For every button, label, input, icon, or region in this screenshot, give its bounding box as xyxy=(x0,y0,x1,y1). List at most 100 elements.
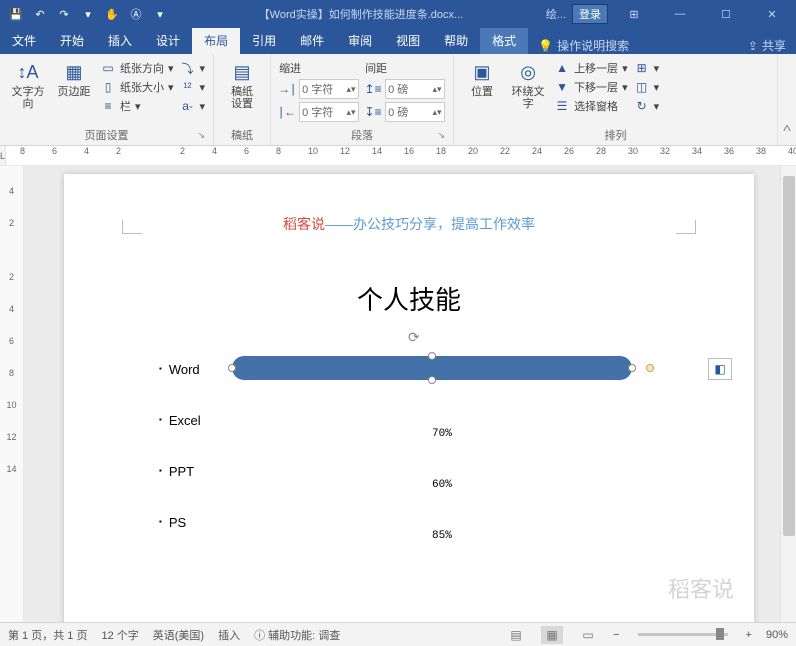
group-manuscript: ▤稿纸 设置 稿纸 xyxy=(214,54,271,145)
send-backward-button[interactable]: ▼下移一层 ▾ xyxy=(554,79,628,95)
zoom-slider[interactable] xyxy=(638,633,728,636)
breaks-button[interactable]: ⤵▾ xyxy=(180,60,206,76)
quick-access-toolbar: 💾 ↶ ↷ ▾ ✋ Ⓐ ▾ xyxy=(0,6,176,22)
manuscript-settings-button[interactable]: ▤稿纸 设置 xyxy=(222,58,262,110)
tab-file[interactable]: 文件 xyxy=(0,28,48,54)
bring-forward-icon: ▲ xyxy=(554,60,570,76)
selection-pane-button[interactable]: ☰选择窗格 xyxy=(554,98,628,114)
margins-icon: ▦ xyxy=(62,60,86,84)
zoom-thumb[interactable] xyxy=(716,628,724,640)
status-accessibility[interactable]: ⓘ 辅助功能: 调查 xyxy=(254,627,340,643)
close-icon[interactable]: ✕ xyxy=(752,0,792,28)
line-numbers-button[interactable]: ¹²▾ xyxy=(180,79,206,95)
scrollbar-thumb[interactable] xyxy=(783,176,795,536)
titlebar-extra: 绘... xyxy=(546,6,566,22)
page-header: 稻客说——办公技巧分享，提高工作效率 xyxy=(283,214,535,234)
selection-handle[interactable] xyxy=(228,364,236,372)
group-label: 段落 xyxy=(351,130,373,142)
skill-label: PS xyxy=(158,515,696,530)
view-read-icon[interactable]: ▤ xyxy=(505,626,527,644)
selection-handle[interactable] xyxy=(428,376,436,384)
text-direction-button[interactable]: ↕A文字方向 xyxy=(8,58,48,110)
selection-handle[interactable] xyxy=(646,364,654,372)
qat-more-icon[interactable]: ▾ xyxy=(80,8,96,21)
space-after[interactable]: ↧≡0 磅▴▾ xyxy=(365,102,445,122)
group-button[interactable]: ◫▾ xyxy=(634,79,660,95)
tab-layout[interactable]: 布局 xyxy=(192,28,240,54)
save-icon[interactable]: 💾 xyxy=(8,8,24,21)
touch-icon[interactable]: ✋ xyxy=(104,8,120,21)
indent-left-icon: →∣ xyxy=(279,81,295,97)
bring-forward-button[interactable]: ▲上移一层 ▾ xyxy=(554,60,628,76)
a11y-icon: ⓘ xyxy=(254,630,265,642)
tab-mailings[interactable]: 邮件 xyxy=(288,28,336,54)
tell-me[interactable]: 💡操作说明搜索 xyxy=(528,37,639,54)
tab-view[interactable]: 视图 xyxy=(384,28,432,54)
skill-label: PPT xyxy=(158,464,696,479)
tab-references[interactable]: 引用 xyxy=(240,28,288,54)
vertical-ruler[interactable]: 422468101214 xyxy=(0,166,24,622)
position-button[interactable]: ▣位置 xyxy=(462,58,502,98)
title-bar: 💾 ↶ ↷ ▾ ✋ Ⓐ ▾ 【Word实操】如何制作技能进度条.docx... … xyxy=(0,0,796,28)
collapse-ribbon-icon[interactable]: ^ xyxy=(778,54,796,145)
space-after-icon: ↧≡ xyxy=(365,104,381,120)
zoom-in-icon[interactable]: + xyxy=(746,629,752,641)
group-page-setup: ↕A文字方向 ▦页边距 ▭纸张方向 ▾ ▯纸张大小 ▾ ≡栏 ▾ ⤵▾ ¹²▾ … xyxy=(0,54,214,145)
indent-right[interactable]: ∣←0 字符▴▾ xyxy=(279,102,359,122)
status-page[interactable]: 第 1 页，共 1 页 xyxy=(8,627,87,643)
status-mode[interactable]: 插入 xyxy=(218,627,240,643)
spacing-header: 间距 xyxy=(365,60,445,76)
rotate-handle-icon[interactable]: ⟳ xyxy=(408,329,780,346)
dialog-launcher-icon[interactable]: ↘ xyxy=(198,130,206,141)
indent-left[interactable]: →∣0 字符▴▾ xyxy=(279,79,359,99)
watermark: 稻客说 xyxy=(668,572,734,604)
orientation-button[interactable]: ▭纸张方向 ▾ xyxy=(100,60,174,76)
qat-dropdown-icon[interactable]: ▾ xyxy=(152,8,168,21)
ribbon-options-icon[interactable]: ⊞ xyxy=(614,0,654,28)
status-words[interactable]: 12 个字 xyxy=(101,627,138,643)
vertical-scrollbar[interactable] xyxy=(780,166,796,622)
page-viewport[interactable]: 稻客说——办公技巧分享，提高工作效率 个人技能 ⟳ Word ◧ Excel70… xyxy=(24,166,780,622)
horizontal-ruler[interactable]: 8642246810121416182022242628303234363840… xyxy=(6,146,796,165)
rotate-button[interactable]: ↻▾ xyxy=(634,98,660,114)
redo-icon[interactable]: ↷ xyxy=(56,8,72,21)
tab-insert[interactable]: 插入 xyxy=(96,28,144,54)
undo-icon[interactable]: ↶ xyxy=(32,8,48,21)
tab-home[interactable]: 开始 xyxy=(48,28,96,54)
hyphenation-icon: a‑ xyxy=(180,98,196,114)
wrap-text-button[interactable]: ◎环绕文字 xyxy=(508,58,548,110)
tab-format[interactable]: 格式 xyxy=(480,28,528,54)
columns-button[interactable]: ≡栏 ▾ xyxy=(100,98,174,114)
hyphenation-button[interactable]: a‑▾ xyxy=(180,98,206,114)
share-button[interactable]: ⇪共享 xyxy=(738,37,796,54)
zoom-level[interactable]: 90% xyxy=(766,629,788,641)
ribbon: ↕A文字方向 ▦页边距 ▭纸张方向 ▾ ▯纸张大小 ▾ ≡栏 ▾ ⤵▾ ¹²▾ … xyxy=(0,54,796,146)
rotate-icon: ↻ xyxy=(634,98,650,114)
status-language[interactable]: 英语(美国) xyxy=(153,627,204,643)
minimize-icon[interactable]: — xyxy=(660,0,700,28)
wrap-icon: ◎ xyxy=(516,60,540,84)
align-button[interactable]: ⊞▾ xyxy=(634,60,660,76)
tab-review[interactable]: 审阅 xyxy=(336,28,384,54)
dialog-launcher-icon[interactable]: ↘ xyxy=(438,130,446,141)
group-label: 排列 xyxy=(462,125,769,143)
selection-handle[interactable] xyxy=(628,364,636,372)
skill-label: Excel xyxy=(158,413,696,428)
header-corner-icon xyxy=(122,220,142,234)
login-button[interactable]: 登录 xyxy=(572,4,608,24)
tab-help[interactable]: 帮助 xyxy=(432,28,480,54)
columns-icon: ≡ xyxy=(100,98,116,114)
size-icon: ▯ xyxy=(100,79,116,95)
margins-button[interactable]: ▦页边距 xyxy=(54,58,94,98)
share-icon: ⇪ xyxy=(748,39,758,53)
size-button[interactable]: ▯纸张大小 ▾ xyxy=(100,79,174,95)
qat-item-icon[interactable]: Ⓐ xyxy=(128,6,144,22)
maximize-icon[interactable]: ☐ xyxy=(706,0,746,28)
view-print-icon[interactable]: ▦ xyxy=(541,626,563,644)
view-web-icon[interactable]: ▭ xyxy=(577,626,599,644)
zoom-out-icon[interactable]: − xyxy=(613,629,619,641)
layout-options-icon[interactable]: ◧ xyxy=(708,358,732,380)
space-before[interactable]: ↥≡0 磅▴▾ xyxy=(365,79,445,99)
selection-handle[interactable] xyxy=(428,352,436,360)
tab-design[interactable]: 设计 xyxy=(144,28,192,54)
